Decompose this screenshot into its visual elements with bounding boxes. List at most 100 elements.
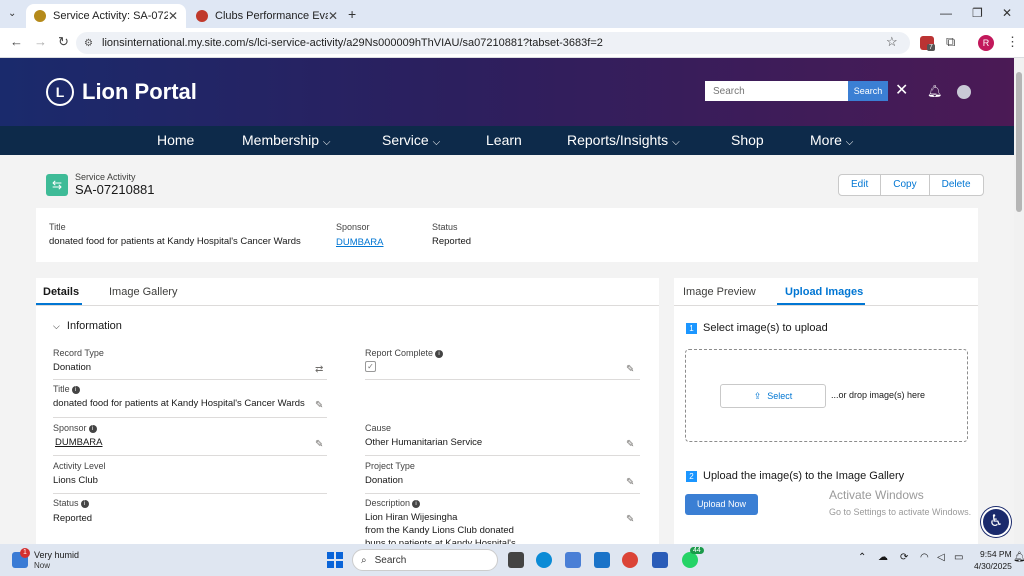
tab-details[interactable]: Details [43,286,79,298]
status-value: Reported [53,513,93,524]
bookmark-star-icon[interactable]: ☆ [886,34,898,50]
highlight-sponsor-link[interactable]: DUMBARA [336,237,384,248]
record-type-label: Record Type [53,348,104,358]
edit-title-icon[interactable]: ✎ [315,400,323,411]
store-icon[interactable] [565,552,581,568]
info-icon[interactable]: i [71,386,80,394]
security-icon[interactable] [652,552,668,568]
battery-icon[interactable]: ▭ [954,552,963,563]
whatsapp-icon[interactable] [682,552,698,568]
windows-start-icon[interactable] [327,552,343,568]
edit-project-type-icon[interactable]: ✎ [626,477,634,488]
edit-button[interactable]: Edit [839,175,882,195]
close-tab-icon[interactable]: ✕ [168,9,178,23]
nav-more[interactable]: More ⌵ [810,132,853,148]
edit-description-icon[interactable]: ✎ [626,514,634,525]
nav-learn[interactable]: Learn [486,132,522,148]
chevron-up-icon[interactable]: ⌃ [858,552,866,563]
image-drop-zone[interactable]: ⇪ Select ...or drop image(s) here [685,349,968,442]
cloud-icon[interactable]: ☁ [878,552,888,563]
info-icon[interactable]: i [88,425,97,433]
cause-label: Cause [365,423,392,433]
tab-image-gallery[interactable]: Image Gallery [109,286,177,298]
activate-windows-subtitle: Go to Settings to activate Windows. [829,507,972,517]
edge-icon[interactable] [536,552,552,568]
tab-search-icon[interactable]: ⌄ [8,8,16,19]
description-line: from the Kandy Lions Club donated [365,525,514,536]
extensions-puzzle-icon[interactable]: ⧉ [946,34,955,50]
report-complete-checkbox[interactable]: ✓ [365,361,376,372]
clock-time[interactable]: 9:54 PM [980,549,1012,559]
step-number: 2 [686,470,697,482]
extension-badge: 7 [927,44,935,51]
clock-date[interactable]: 4/30/2025 [974,561,1012,571]
profile-avatar[interactable]: R [978,35,994,51]
scrollbar-thumb[interactable] [1016,72,1022,212]
taskbar-search[interactable]: ⌕ Search [352,549,498,571]
weather-badge: 1 [20,548,30,558]
weather-subtext: Now [34,561,51,570]
nav-home[interactable]: Home [157,132,194,148]
site-info-icon[interactable]: ⚙ [84,38,93,49]
task-view-icon[interactable] [508,552,524,568]
reload-icon[interactable]: ↻ [58,34,69,50]
nav-membership[interactable]: Membership ⌵ [242,132,331,148]
wifi-icon[interactable]: ◠ [920,552,929,563]
chrome-icon[interactable] [622,552,638,568]
change-record-type-icon[interactable]: ⇄ [315,364,323,375]
info-icon[interactable]: i [80,500,89,508]
nav-service[interactable]: Service ⌵ [382,132,440,148]
sponsor-link[interactable]: DUMBARA [55,437,103,448]
description-label: Description i [365,498,421,508]
restore-icon[interactable]: ❐ [972,6,983,20]
tab-clubs-performance[interactable]: Clubs Performance Evaluation ✕ [188,4,346,28]
edit-sponsor-icon[interactable]: ✎ [315,439,323,450]
page-scrollbar[interactable] [1014,58,1024,544]
back-icon[interactable]: ← [10,34,23,49]
main-navigation: Home Membership ⌵ Service ⌵ Learn Report… [0,126,1014,155]
select-images-button[interactable]: ⇪ Select [720,384,826,408]
volume-icon[interactable]: ◁ [937,552,945,563]
close-tab-icon[interactable]: ✕ [328,9,338,23]
mail-icon[interactable] [594,552,610,568]
notification-bell-icon[interactable]: 🔔︎ [927,84,942,98]
url-field[interactable]: ⚙ lionsinternational.my.site.com/s/lci-s… [76,32,910,54]
close-icon[interactable]: ✕ [895,80,908,100]
title-value: donated food for patients at Kandy Hospi… [53,398,305,409]
record-name: SA-07210881 [75,182,155,197]
accessibility-icon[interactable]: ♿︎ [981,507,1011,537]
field-divider [53,417,327,418]
search-icon: ⌕ [361,554,367,566]
browser-menu-icon[interactable]: ⋮ [1006,34,1019,50]
chevron-down-icon: ⌵ [322,137,331,148]
delete-button[interactable]: Delete [930,175,983,195]
close-window-icon[interactable]: ✕ [1002,6,1012,20]
title-label: Title i [53,384,80,394]
user-avatar-icon[interactable] [957,85,971,99]
field-divider [365,379,640,380]
edit-report-complete-icon[interactable]: ✎ [626,364,634,375]
edit-cause-icon[interactable]: ✎ [626,439,634,450]
portal-search-input[interactable] [705,81,848,101]
portal-logo[interactable]: L Lion Portal [46,78,197,106]
info-icon[interactable]: i [435,350,444,358]
field-divider [365,455,640,456]
tab-image-preview[interactable]: Image Preview [683,286,756,298]
nav-reports-insights[interactable]: Reports/Insights ⌵ [567,132,680,148]
information-section-header[interactable]: ⌵ Information [53,320,122,332]
copy-button[interactable]: Copy [881,175,930,195]
new-tab-icon[interactable]: + [348,6,356,22]
portal-search-button[interactable]: Search [848,81,888,101]
upload-now-button[interactable]: Upload Now [685,494,758,515]
nav-shop[interactable]: Shop [731,132,764,148]
sync-icon[interactable]: ⟳ [900,552,908,563]
chevron-down-icon: ⌵ [432,137,441,148]
forward-icon[interactable]: → [34,34,47,49]
minimize-icon[interactable]: — [940,6,952,20]
tab-service-activity[interactable]: Service Activity: SA-07210881 ✕ [26,4,186,28]
notifications-icon[interactable]: 🔔︎ [1013,552,1024,563]
tab-upload-images[interactable]: Upload Images [785,286,863,298]
info-icon[interactable]: i [412,500,421,508]
highlight-status-label: Status [432,222,458,232]
browser-tab-strip: ⌄ Service Activity: SA-07210881 ✕ Clubs … [0,0,1024,28]
